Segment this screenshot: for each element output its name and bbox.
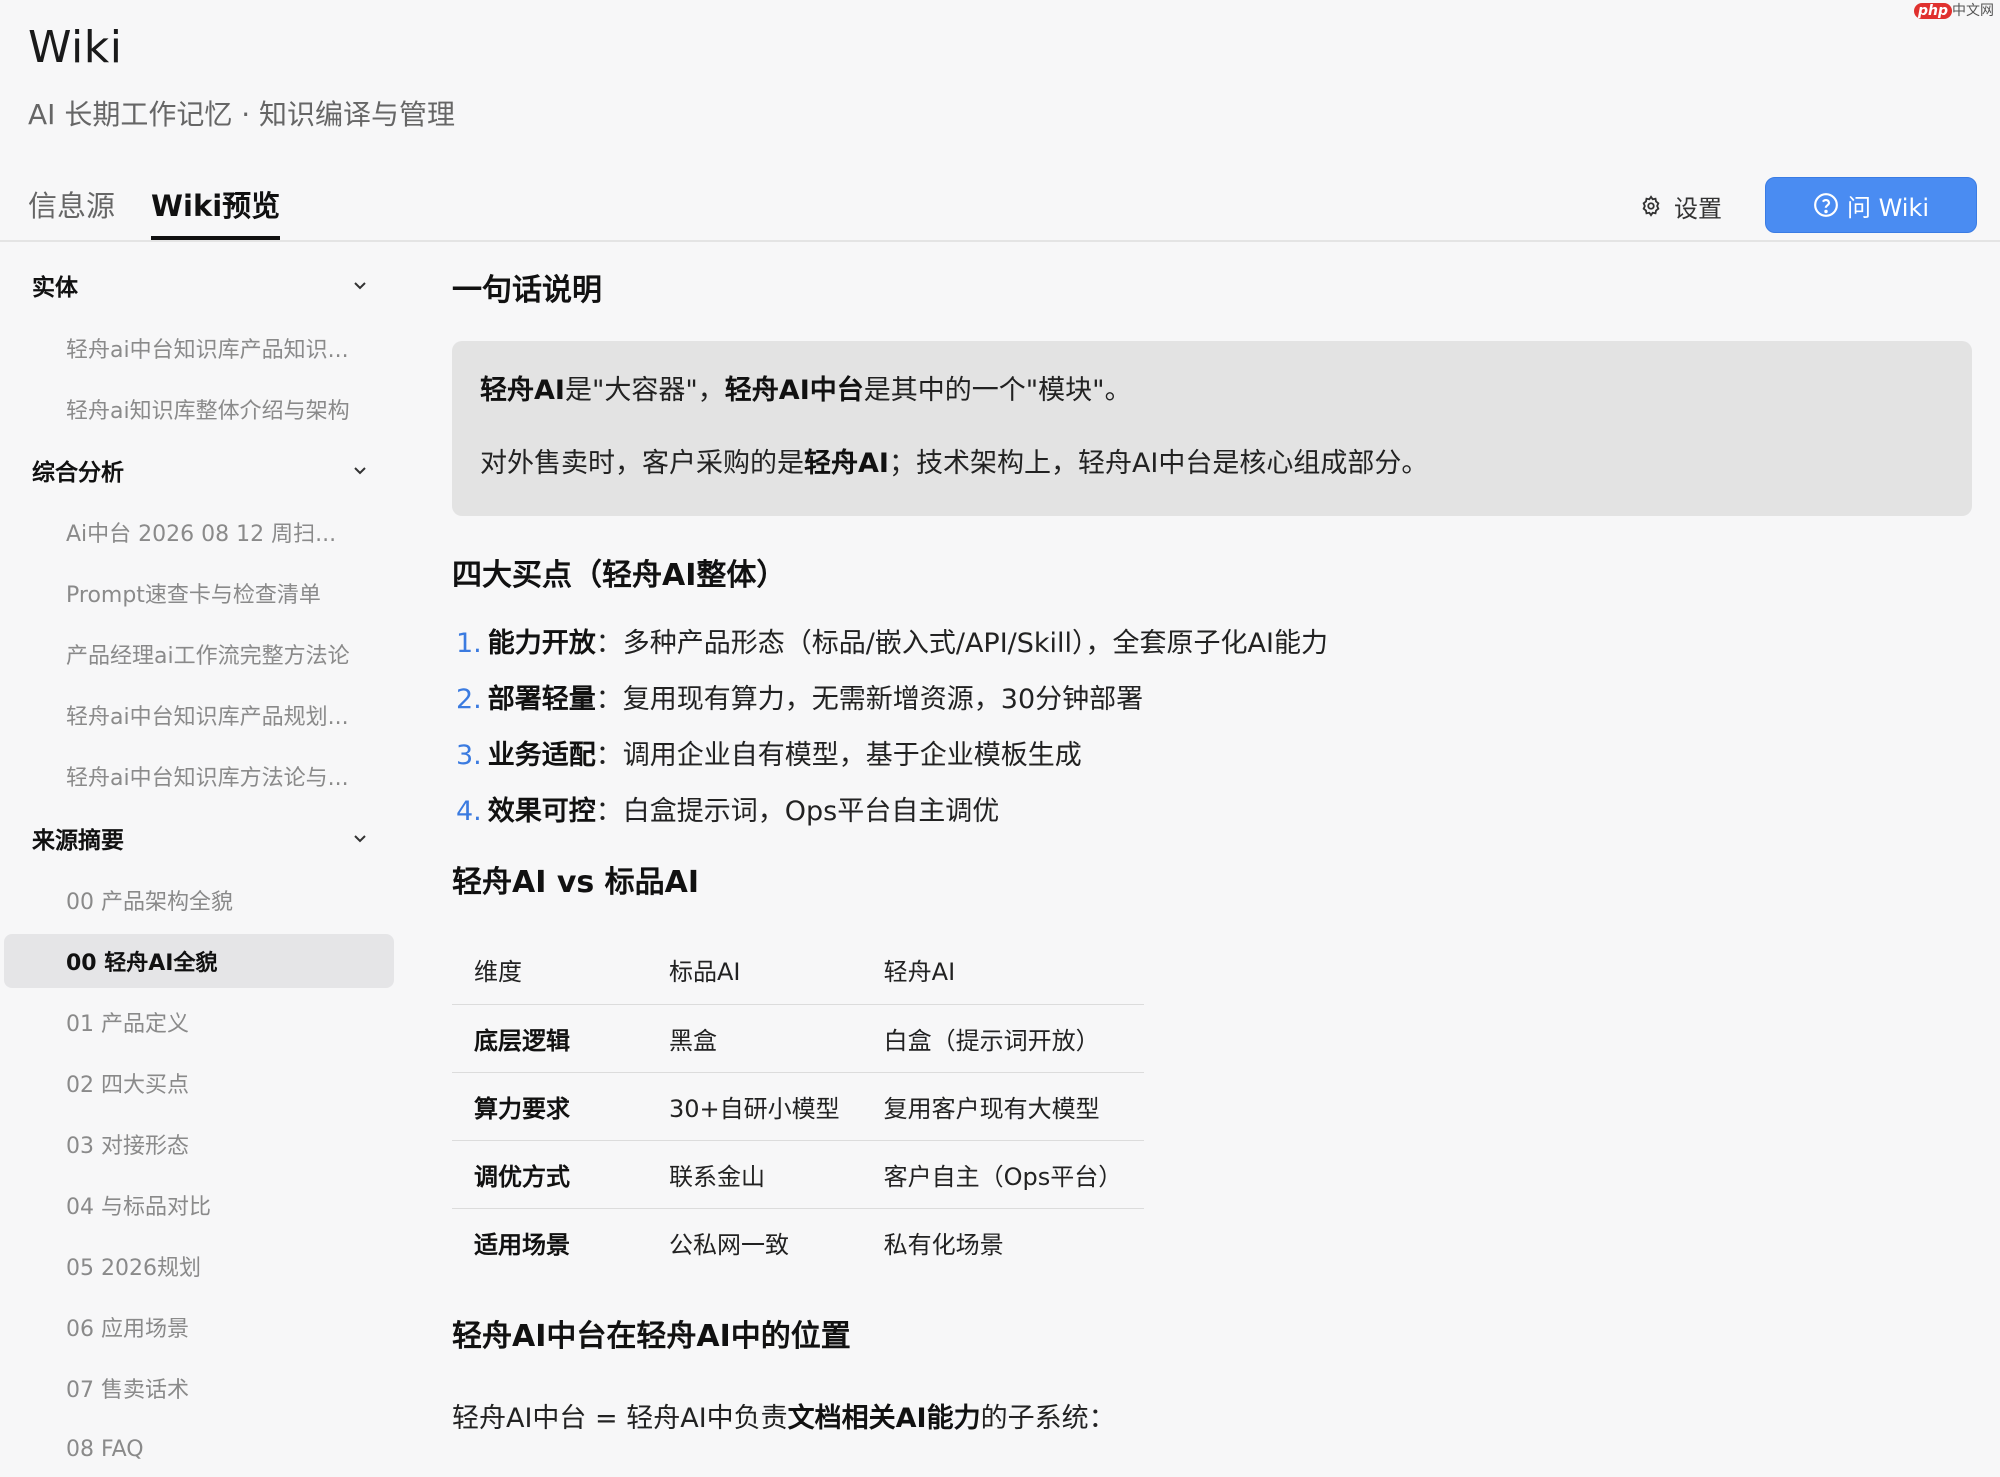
tab-bar: 信息源 Wiki预览 bbox=[28, 180, 316, 240]
tab-wiki-preview[interactable]: Wiki预览 bbox=[151, 180, 281, 240]
table-row: 调优方式 联系金山 客户自主（Ops平台） bbox=[452, 1140, 1145, 1209]
sidebar-item[interactable]: 04 与标品对比 bbox=[4, 1178, 394, 1232]
section-title: 综合分析 bbox=[32, 460, 124, 486]
heading-position: 轻舟AI中台在轻舟AI中的位置 bbox=[452, 1319, 851, 1354]
main-content: 一句话说明 轻舟AI是"大容器"，轻舟AI中台是其中的一个"模块"。 对外售卖时… bbox=[452, 241, 1972, 1477]
table-cell: 适用场景 bbox=[474, 1230, 570, 1259]
comparison-table: 维度 标品AI 轻舟AI 底层逻辑 黑盒 白盒（提示词开放） 算力要求 30+自… bbox=[452, 936, 1145, 1276]
table-row: 底层逻辑 黑盒 白盒（提示词开放） bbox=[452, 1004, 1145, 1073]
sidebar-item[interactable]: 轻舟ai知识库整体介绍与架构 bbox=[4, 382, 394, 436]
sidebar-item[interactable]: 01 产品定义 bbox=[4, 995, 394, 1049]
tab-sources[interactable]: 信息源 bbox=[28, 180, 115, 240]
sidebar: 实体 轻舟ai中台知识库产品知识... 轻舟ai知识库整体介绍与架构 综合分析 … bbox=[0, 241, 400, 1477]
list-item: 1. 能力开放：多种产品形态（标品/嵌入式/API/Skill），全套原子化AI能… bbox=[456, 628, 1328, 659]
callout-line: 轻舟AI是"大容器"，轻舟AI中台是其中的一个"模块"。 bbox=[480, 375, 1132, 406]
list-item: 4. 效果可控：白盒提示词，Ops平台自主调优 bbox=[456, 796, 1000, 827]
table-cell: 公私网一致 bbox=[669, 1230, 789, 1259]
table-cell: 白盒（提示词开放） bbox=[861, 1004, 1145, 1073]
section-title: 实体 bbox=[32, 275, 78, 301]
sidebar-item[interactable]: 06 应用场景 bbox=[4, 1300, 394, 1354]
table-cell: 调优方式 bbox=[452, 1140, 647, 1209]
list-item: 3. 业务适配：调用企业自有模型，基于企业模板生成 bbox=[456, 740, 1082, 771]
watermark-badge: php bbox=[1913, 3, 1952, 19]
ask-wiki-button[interactable]: 问 Wiki bbox=[1765, 177, 1977, 233]
summary-callout: 轻舟AI是"大容器"，轻舟AI中台是其中的一个"模块"。 对外售卖时，客户采购的… bbox=[452, 341, 1972, 516]
sidebar-item[interactable]: 05 2026规划 bbox=[4, 1239, 394, 1293]
table-cell: 算力要求 bbox=[452, 1072, 647, 1141]
heading-summary: 一句话说明 bbox=[452, 273, 602, 308]
table-row: 适用场景 公私网一致 私有化场景 bbox=[452, 1208, 1144, 1276]
list-item: 2. 部署轻量：复用现有算力，无需新增资源，30分钟部署 bbox=[456, 684, 1144, 715]
position-paragraph: 轻舟AI中台 = 轻舟AI中负责文档相关AI能力的子系统： bbox=[452, 1403, 1116, 1434]
section-entities[interactable]: 实体 bbox=[32, 261, 368, 309]
help-circle-icon bbox=[1814, 193, 1838, 217]
watermark-logo: php 中文网 bbox=[1913, 0, 1994, 20]
table-cell: 客户自主（Ops平台） bbox=[861, 1140, 1145, 1209]
table-cell: 复用客户现有大模型 bbox=[861, 1072, 1145, 1141]
app-subtitle: AI 长期工作记忆 · 知识编译与管理 bbox=[28, 98, 456, 131]
table-header: 维度 bbox=[452, 936, 647, 1005]
table-cell: 联系金山 bbox=[647, 1140, 862, 1209]
table-cell: 底层逻辑 bbox=[452, 1004, 647, 1073]
table-header-row: 维度 标品AI 轻舟AI bbox=[452, 936, 1145, 1005]
table-cell: 黑盒 bbox=[647, 1004, 862, 1073]
ask-wiki-label: 问 Wiki bbox=[1846, 193, 1930, 222]
sidebar-item[interactable]: 轻舟ai中台知识库方法论与... bbox=[4, 749, 394, 803]
sidebar-item[interactable]: 00 产品架构全貌 bbox=[4, 873, 394, 927]
table-header: 轻舟AI bbox=[861, 936, 1145, 1005]
sidebar-item[interactable]: 03 对接形态 bbox=[4, 1117, 394, 1171]
gear-icon bbox=[1642, 195, 1660, 217]
sidebar-item[interactable]: 02 四大买点 bbox=[4, 1056, 394, 1110]
sidebar-item[interactable]: Prompt速查卡与检查清单 bbox=[4, 566, 394, 620]
sidebar-item-active[interactable]: 00 轻舟AI全貌 bbox=[4, 934, 394, 988]
app-header: Wiki AI 长期工作记忆 · 知识编译与管理 bbox=[28, 22, 455, 133]
chevron-down-icon bbox=[354, 467, 366, 475]
section-source-summaries[interactable]: 来源摘要 bbox=[32, 814, 368, 862]
settings-button[interactable]: 设置 bbox=[1640, 188, 1722, 224]
chevron-down-icon bbox=[354, 835, 366, 843]
chevron-down-icon bbox=[354, 282, 366, 290]
table-header: 标品AI bbox=[647, 936, 862, 1005]
sidebar-item[interactable]: Ai中台 2026 08 12 周扫... bbox=[4, 505, 394, 559]
app-title: Wiki bbox=[28, 22, 123, 73]
sidebar-item[interactable]: 轻舟ai中台知识库产品规划... bbox=[4, 688, 394, 742]
callout-line: 对外售卖时，客户采购的是轻舟AI；技术架构上，轻舟AI中台是核心组成部分。 bbox=[480, 448, 1429, 479]
section-title: 来源摘要 bbox=[32, 828, 124, 854]
table-cell: 30+自研小模型 bbox=[647, 1072, 862, 1141]
sidebar-item[interactable]: 轻舟ai中台知识库产品知识... bbox=[4, 321, 394, 375]
heading-comparison: 轻舟AI vs 标品AI bbox=[452, 865, 700, 900]
table-row: 算力要求 30+自研小模型 复用客户现有大模型 bbox=[452, 1072, 1145, 1141]
heading-selling-points: 四大买点（轻舟AI整体） bbox=[452, 558, 787, 593]
table-cell: 私有化场景 bbox=[883, 1230, 1004, 1259]
watermark-text: 中文网 bbox=[1952, 3, 1994, 19]
sidebar-item[interactable]: 07 售卖话术 bbox=[4, 1361, 394, 1415]
sidebar-item[interactable]: 产品经理ai工作流完整方法论 bbox=[4, 627, 394, 681]
sidebar-item[interactable]: 08 FAQ bbox=[4, 1422, 394, 1476]
settings-label: 设置 bbox=[1674, 194, 1722, 223]
section-analysis[interactable]: 综合分析 bbox=[32, 446, 368, 494]
